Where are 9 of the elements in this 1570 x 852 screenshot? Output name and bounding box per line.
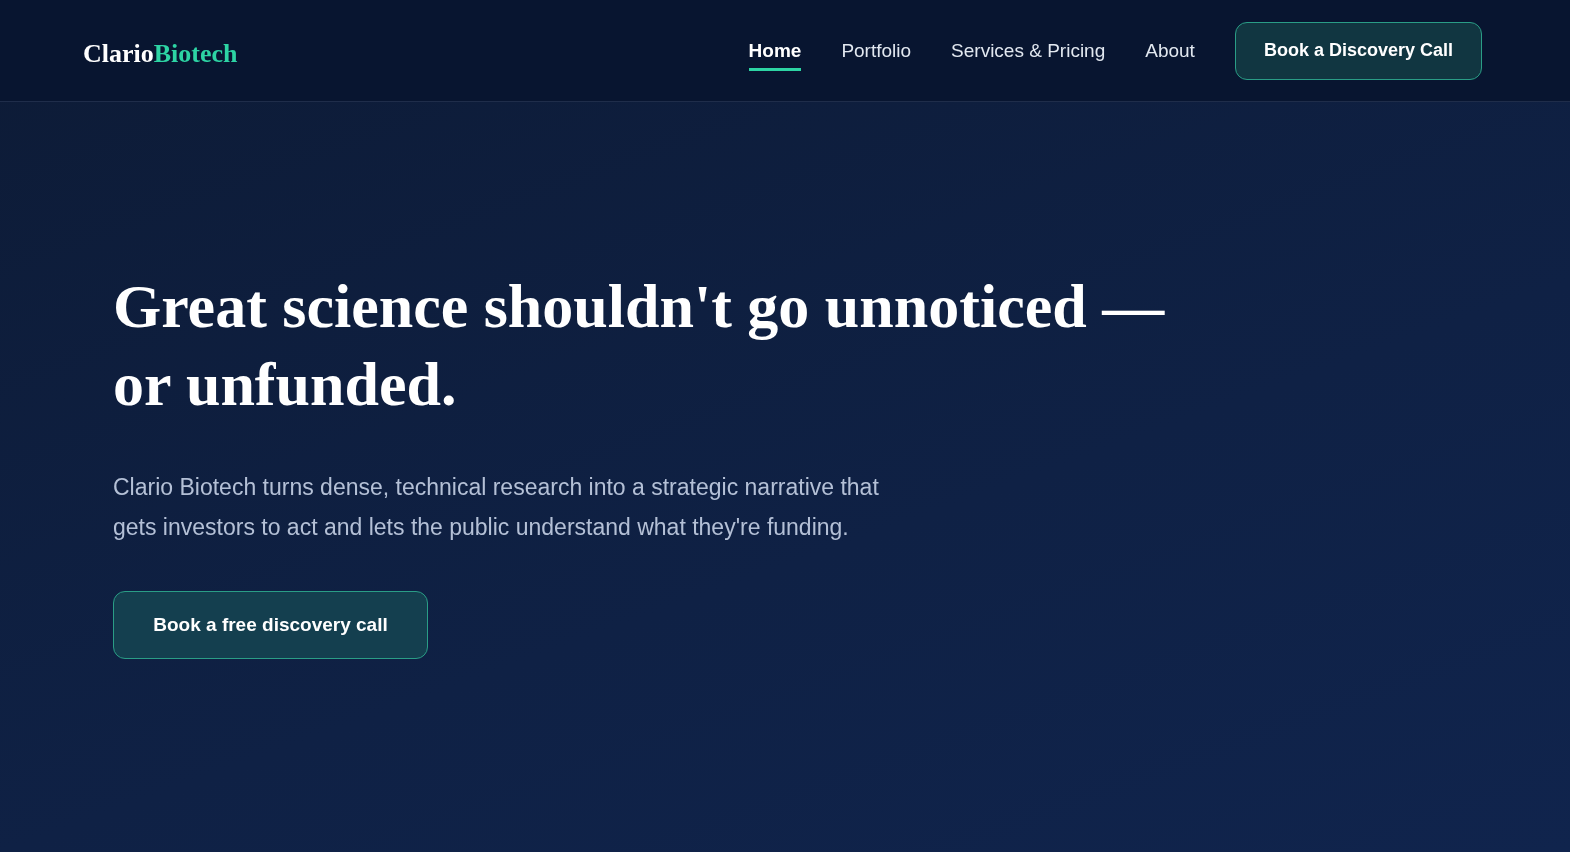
nav-link[interactable]: Services & Pricing: [951, 33, 1106, 71]
discovery-call-button[interactable]: Book a Discovery Call: [1234, 21, 1482, 80]
nav-link[interactable]: Home: [748, 33, 802, 71]
hero-title: Great science shouldn't go unnoticed — or unfunded.: [113, 271, 1166, 420]
logo[interactable]: ClarioBiotech: [83, 32, 238, 69]
hero-description: Clario Biotech turns dense, technical research into a strategic narrative that gets investors to act and lets the public understand what they're funding.: [113, 473, 880, 542]
nav-link[interactable]: Portfolio: [841, 33, 912, 71]
nav-link[interactable]: About: [1145, 33, 1195, 71]
free-discovery-call-button[interactable]: Book a free discovery call: [113, 591, 428, 659]
